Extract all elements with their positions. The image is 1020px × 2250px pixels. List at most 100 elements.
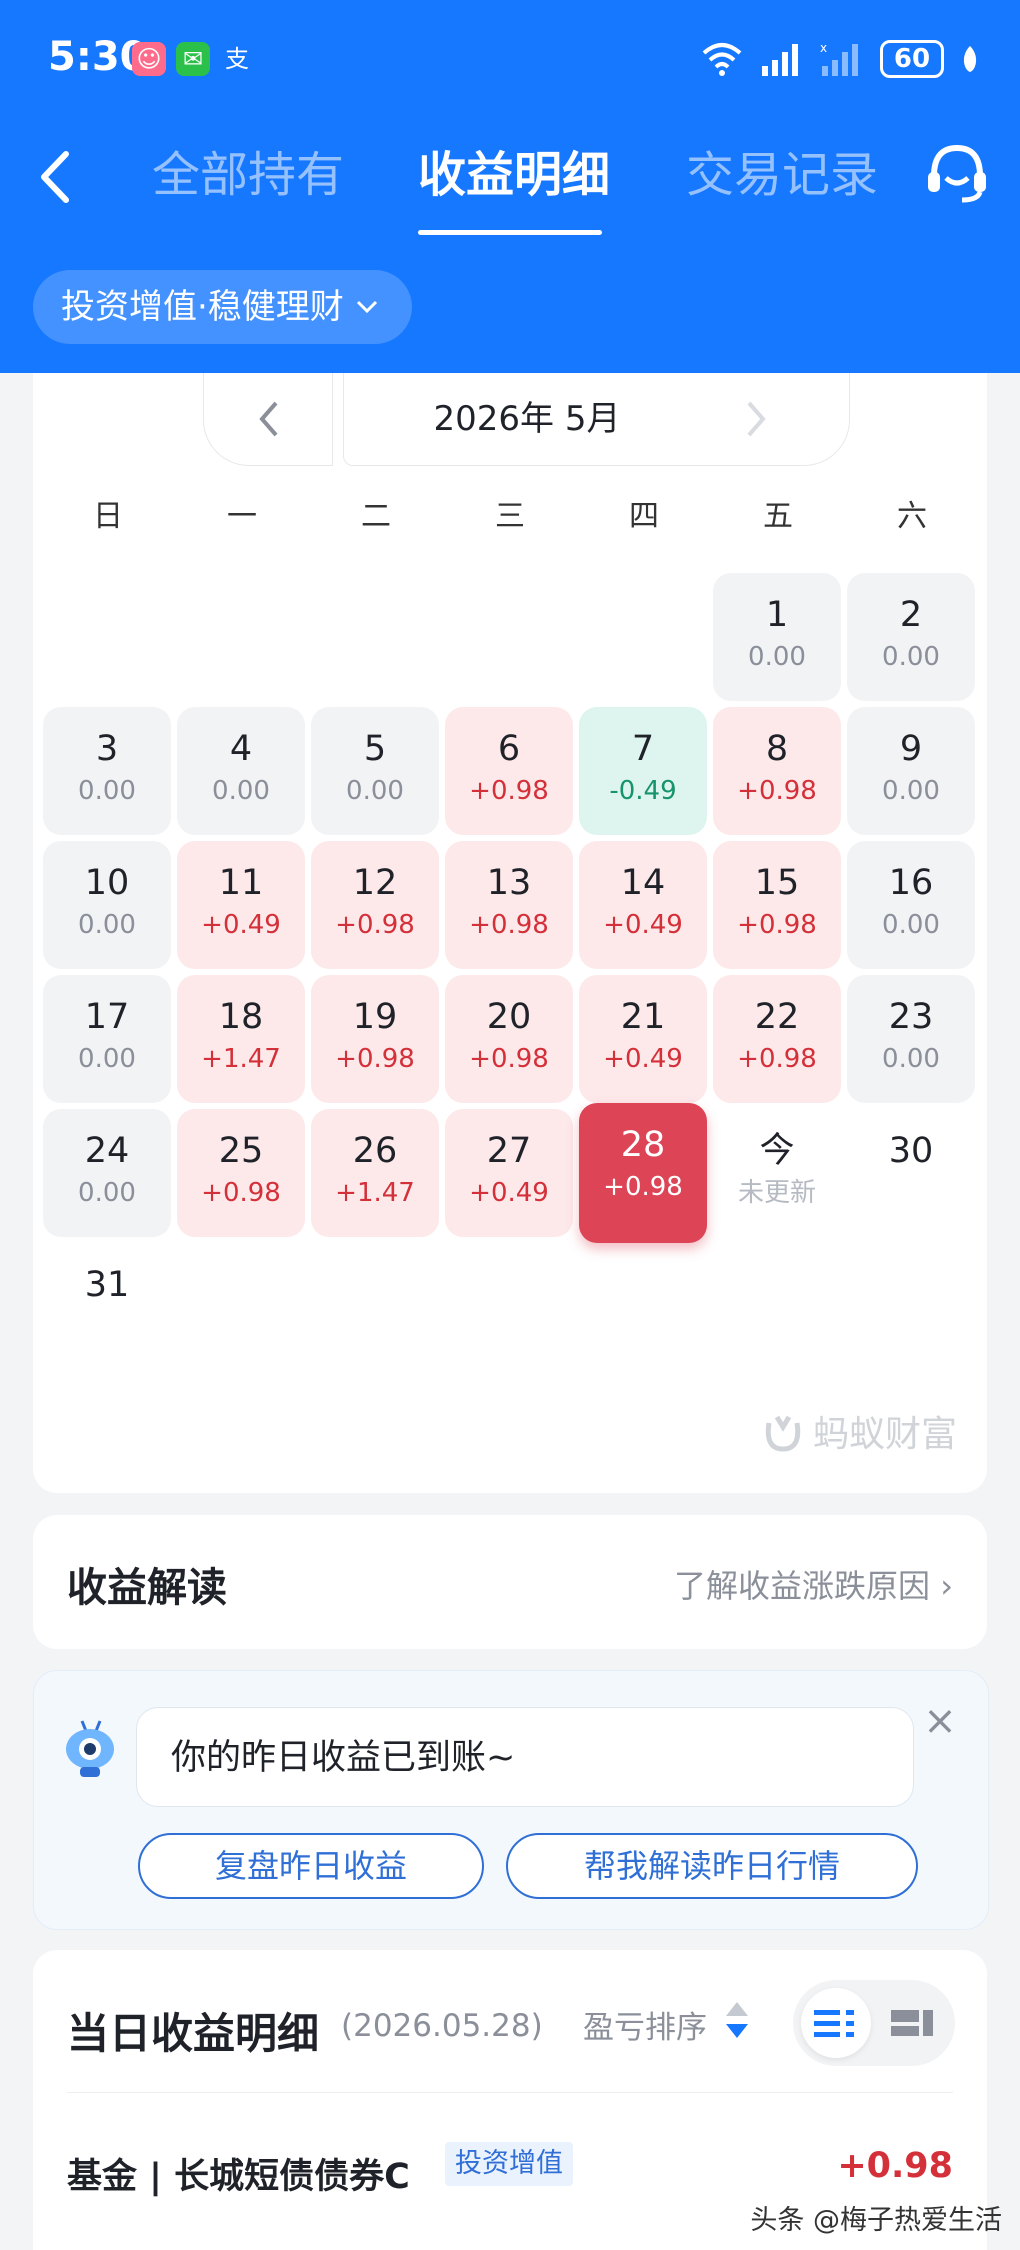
day-earning: +0.98 [737,1044,817,1074]
detail-date: (2026.05.28) [341,2008,543,2044]
tab-transactions[interactable]: 交易记录 [686,140,878,210]
insight-link-label: 了解收益涨跌原因 [674,1567,931,1605]
assistant-message: 你的昨日收益已到账~ [136,1707,914,1807]
earnings-insight-card[interactable]: 收益解读 了解收益涨跌原因 › [33,1515,987,1649]
close-icon[interactable]: × [920,1701,960,1741]
fund-tag: 投资增值 [445,2142,573,2186]
calendar-day[interactable]: 今未更新 [713,1109,841,1237]
day-number: 2 [899,595,923,635]
watermark-text: 蚂蚁财富 [812,1414,957,1455]
calendar-day[interactable]: 12 +0.98 [311,841,439,969]
view-toggle[interactable] [793,1980,955,2066]
calendar-day[interactable]: 13 +0.98 [445,841,573,969]
day-number: 23 [888,997,934,1037]
prev-month-button[interactable] [203,373,333,466]
day-earning: 0.00 [748,642,806,672]
product-selector[interactable]: 投资增值·稳健理财 [33,270,412,344]
wechat-icon: ✉ [176,42,210,76]
day-earning: 0.00 [882,642,940,672]
day-earning: +0.98 [737,910,817,940]
day-earning: 0.00 [212,776,270,806]
calendar-day[interactable]: 21 +0.49 [579,975,707,1103]
calendar-day[interactable]: 27 +0.49 [445,1109,573,1237]
day-earning: +0.98 [603,1172,683,1202]
calendar-day[interactable]: 30 [847,1109,975,1237]
tab-all-holdings[interactable]: 全部持有 [152,140,344,210]
day-earning: 0.00 [346,776,404,806]
calendar-day[interactable]: 18 +1.47 [177,975,305,1103]
day-number: 17 [84,997,130,1037]
day-number: 今 [759,1131,795,1171]
calendar-day[interactable]: 9 0.00 [847,707,975,835]
calendar-day[interactable]: 5 0.00 [311,707,439,835]
tab-earnings-detail[interactable]: 收益明细 [418,140,610,210]
earnings-calendar: 2026年 5月 日一二三四五六 1 0.00 2 0.00 3 0.00 4 0.00 5 0.… [33,373,987,1493]
chevron-right-icon: › [940,1567,953,1605]
card-view-button[interactable] [883,1988,953,2058]
day-earning: 0.00 [78,1178,136,1208]
calendar-day[interactable]: 17 0.00 [43,975,171,1103]
list-view-button[interactable] [801,1988,871,2058]
app-header: 5:30 ☺ ✉ 支 x 60 全部持有 收益明细 交易记录 投资增值·稳健理财 [0,0,1020,373]
calendar-day[interactable]: 2 0.00 [847,573,975,701]
day-number: 10 [84,863,130,903]
day-number: 6 [497,729,521,769]
day-number: 22 [754,997,800,1037]
day-number: 21 [620,997,666,1037]
calendar-day[interactable]: 23 0.00 [847,975,975,1103]
calendar-day[interactable]: 25 +0.98 [177,1109,305,1237]
calendar-day[interactable]: 24 0.00 [43,1109,171,1237]
calendar-day[interactable]: 6 +0.98 [445,707,573,835]
day-earning: +0.49 [201,910,281,940]
calendar-day[interactable]: 3 0.00 [43,707,171,835]
calendar-day[interactable]: 1 0.00 [713,573,841,701]
calendar-day[interactable]: 11 +0.49 [177,841,305,969]
toutiao-watermark: 头条 @梅子热爱生活 [750,2205,1002,2236]
calendar-day[interactable]: 31 [43,1243,171,1371]
svg-text:x: x [820,42,827,55]
back-icon[interactable] [30,142,80,212]
weekday-label: 五 [763,499,793,534]
sort-label[interactable]: 盈亏排序 [583,2002,707,2047]
calendar-day[interactable]: 22 +0.98 [713,975,841,1103]
fund-amount: +0.98 [837,2146,953,2186]
calendar-day[interactable]: 19 +0.98 [311,975,439,1103]
day-earning: +1.47 [335,1178,415,1208]
day-number: 19 [352,997,398,1037]
weekday-label: 四 [629,499,659,534]
day-earning: +0.98 [469,776,549,806]
day-earning: +0.49 [469,1178,549,1208]
leaf-icon [963,46,977,72]
assistant-card: 你的昨日收益已到账~ × 复盘昨日收益 帮我解读昨日行情 [33,1670,989,1930]
day-number: 31 [84,1265,130,1305]
next-month-button[interactable] [681,373,850,466]
day-earning: 0.00 [882,776,940,806]
chevron-down-icon [356,300,377,314]
day-number: 27 [486,1131,532,1171]
calendar-day[interactable]: 16 0.00 [847,841,975,969]
customer-service-icon[interactable] [922,138,992,208]
ant-fortune-logo-icon [765,1415,801,1452]
calendar-day[interactable]: 7 -0.49 [579,707,707,835]
calendar-day[interactable]: 26 +1.47 [311,1109,439,1237]
calendar-day[interactable]: 10 0.00 [43,841,171,969]
insight-link[interactable]: 了解收益涨跌原因 › [674,1561,953,1607]
status-bar: 5:30 ☺ ✉ 支 x 60 [0,0,1020,120]
day-earning: +0.98 [469,1044,549,1074]
chevron-left-icon [259,401,278,437]
calendar-day[interactable]: 8 +0.98 [713,707,841,835]
ant-fortune-watermark: 蚂蚁财富 [761,1405,957,1457]
calendar-day[interactable]: 14 +0.49 [579,841,707,969]
calendar-day[interactable]: 15 +0.98 [713,841,841,969]
insight-title: 收益解读 [67,1565,227,1611]
sort-icon[interactable] [724,2000,750,2040]
day-earning: 0.00 [78,910,136,940]
explain-market-button[interactable]: 帮我解读昨日行情 [506,1833,918,1899]
calendar-day[interactable]: 4 0.00 [177,707,305,835]
review-earnings-button[interactable]: 复盘昨日收益 [138,1833,484,1899]
calendar-day[interactable]: 20 +0.98 [445,975,573,1103]
day-number: 30 [888,1131,934,1171]
fund-name: 基金 | 长城短债债券C [67,2157,410,2197]
calendar-day[interactable]: 28 +0.98 [579,1103,707,1243]
day-earning: +0.98 [335,1044,415,1074]
